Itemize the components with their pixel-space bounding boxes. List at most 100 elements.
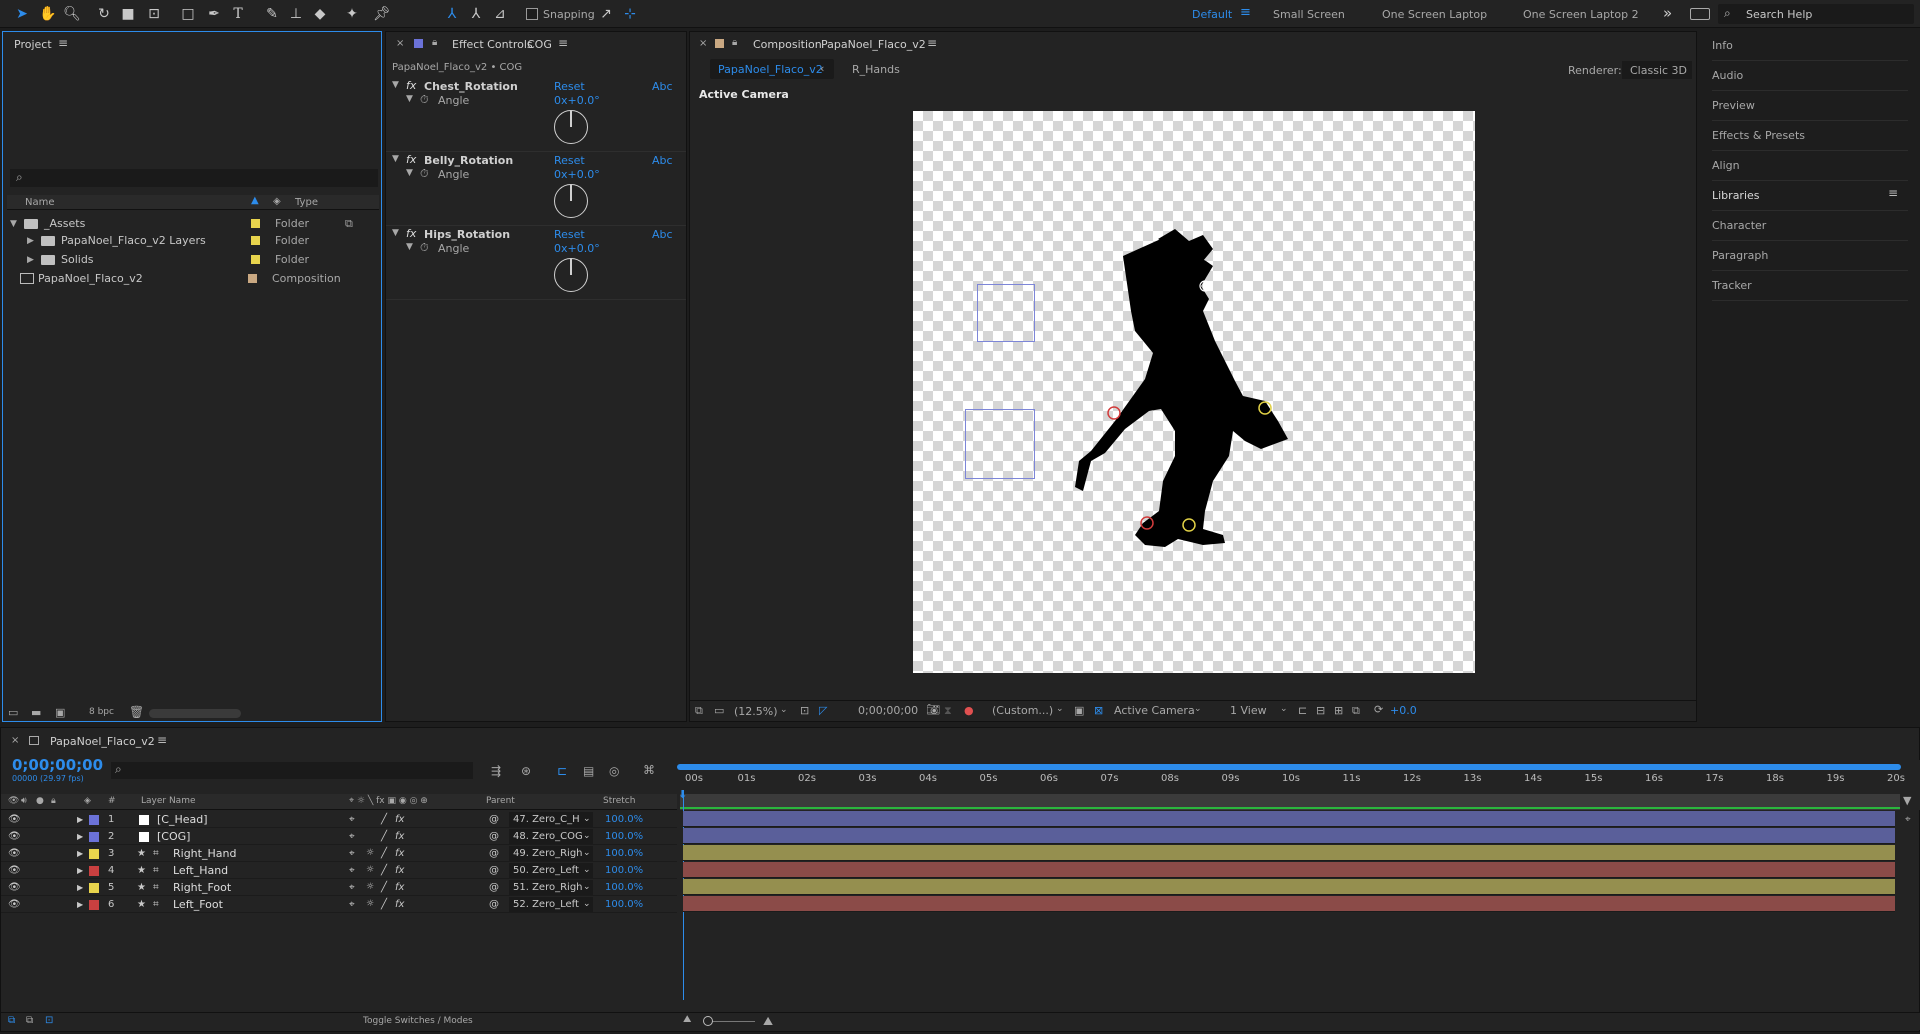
type-tool-icon[interactable]: T: [228, 4, 248, 24]
close-icon[interactable]: ×: [396, 38, 404, 49]
clone-stamp-tool-icon[interactable]: ⊥: [286, 4, 306, 24]
comp-end-marker[interactable]: ▼: [1903, 794, 1911, 807]
always-preview-icon[interactable]: ⧉: [695, 704, 703, 718]
stretch-value[interactable]: 100.0%: [605, 814, 643, 825]
timeline-menu-icon[interactable]: ≡: [157, 733, 167, 747]
close-icon[interactable]: ×: [699, 38, 707, 49]
reset-button[interactable]: Reset: [554, 154, 585, 167]
resolution-dropdown[interactable]: (Custom...): [992, 704, 1053, 717]
zoom-dropdown[interactable]: (12.5%) ⌄: [730, 702, 790, 719]
timeline-icon[interactable]: ⊞: [1334, 704, 1343, 717]
chevron-down-icon[interactable]: ⌄: [1056, 704, 1064, 714]
channel-icon[interactable]: ●: [964, 704, 974, 717]
search-help-field[interactable]: ⌕ Search Help: [1718, 4, 1914, 24]
collapse-icon[interactable]: ☼: [366, 882, 374, 892]
abc-button[interactable]: Abc: [652, 80, 673, 93]
motion-blur-icon[interactable]: ◎: [609, 764, 619, 778]
expand-open-icon[interactable]: ▼: [406, 168, 413, 178]
fx-switch-icon[interactable]: fx: [395, 882, 404, 893]
effects-presets-panel-tab[interactable]: Effects & Presets: [1712, 121, 1908, 151]
label-swatch[interactable]: [89, 815, 99, 825]
align-panel-tab[interactable]: Align: [1712, 151, 1908, 181]
stretch-value[interactable]: 100.0%: [605, 899, 643, 910]
layer-name[interactable]: [C_Head]: [157, 813, 208, 826]
expand-closed-icon[interactable]: ▶: [77, 900, 83, 909]
camera-view-dropdown[interactable]: Active Camera: [1114, 704, 1195, 717]
quality-icon[interactable]: ╱: [381, 814, 387, 825]
exposure-value[interactable]: +0.0: [1390, 704, 1417, 717]
fx-switch-icon[interactable]: fx: [395, 865, 404, 876]
zoom-in-icon[interactable]: ⛰︎: [763, 1014, 773, 1029]
visibility-eye-icon[interactable]: 👁︎: [8, 848, 21, 859]
quality-icon[interactable]: ╱: [381, 865, 387, 876]
hand-tool-icon[interactable]: ✋: [38, 4, 58, 24]
pick-whip-icon[interactable]: @: [489, 882, 499, 893]
info-panel-tab[interactable]: Info: [1712, 31, 1908, 61]
label-column-icon[interactable]: ◈: [273, 196, 281, 207]
layer-name-column-header[interactable]: Layer Name: [141, 796, 196, 806]
label-swatch[interactable]: [248, 274, 257, 283]
transfer-controls-icon[interactable]: ⧉: [26, 1015, 33, 1026]
pen-tool-icon[interactable]: ✒: [204, 4, 224, 24]
roto-brush-tool-icon[interactable]: ✦: [342, 4, 362, 24]
shy-icon[interactable]: ⌖: [349, 899, 355, 910]
pan-behind-tool-icon[interactable]: ⊡: [144, 4, 164, 24]
trash-icon[interactable]: 🗑︎: [129, 705, 144, 719]
effect-controls-menu-icon[interactable]: ≡: [558, 36, 568, 50]
angle-value[interactable]: 0x+0.0°: [554, 242, 600, 255]
angle-value[interactable]: 0x+0.0°: [554, 168, 600, 181]
interpret-footage-icon[interactable]: ▭: [8, 706, 18, 719]
shy-icon[interactable]: ⌖: [349, 848, 355, 859]
hide-shy-layers-icon[interactable]: ⊏: [557, 764, 567, 778]
work-area-bar[interactable]: [677, 764, 1901, 770]
composition-mini-flowchart-icon[interactable]: ⇶: [491, 764, 501, 778]
layer-duration-bar[interactable]: [683, 896, 1895, 912]
visibility-eye-icon[interactable]: 👁︎: [8, 882, 21, 893]
abc-button[interactable]: Abc: [652, 228, 673, 241]
expand-closed-icon[interactable]: ▶: [27, 255, 37, 265]
stretch-value[interactable]: 100.0%: [605, 865, 643, 876]
stopwatch-icon[interactable]: ⏱︎: [420, 167, 429, 181]
stretch-column-header[interactable]: Stretch: [603, 796, 635, 806]
name-column-header[interactable]: Name: [25, 197, 55, 208]
layer-row[interactable]: 👁︎ ▶ 4 ★ ⌗ Left_Hand ⌖ ☼ ╱ fx @50. Zero_Left ⌄ 100.0…: [1, 862, 677, 879]
pick-whip-icon[interactable]: @: [489, 814, 499, 825]
workspace-one-screen-laptop-2[interactable]: One Screen Laptop 2: [1523, 8, 1639, 21]
project-menu-icon[interactable]: ≡: [58, 36, 68, 50]
effect-controls-tab-label[interactable]: Effect Controls: [452, 38, 533, 51]
stopwatch-icon[interactable]: ⏱︎: [420, 93, 429, 107]
label-swatch[interactable]: [89, 832, 99, 842]
layer-duration-bar[interactable]: [683, 845, 1895, 861]
preview-panel-tab[interactable]: Preview: [1712, 91, 1908, 121]
monitor-icon[interactable]: ▭: [714, 704, 724, 717]
quality-icon[interactable]: ╱: [381, 899, 387, 910]
lock-icon[interactable]: 🔒︎: [732, 37, 737, 48]
workspace-one-screen-laptop[interactable]: One Screen Laptop: [1382, 8, 1487, 21]
fx-switch-icon[interactable]: fx: [395, 831, 404, 842]
stretch-value[interactable]: 100.0%: [605, 848, 643, 859]
chevron-down-icon[interactable]: ⌄: [1280, 704, 1288, 714]
audio-panel-tab[interactable]: Audio: [1712, 61, 1908, 91]
reset-button[interactable]: Reset: [554, 80, 585, 93]
quality-icon[interactable]: ╱: [381, 848, 387, 859]
viewer-tab-r-hands[interactable]: R_Hands: [852, 63, 900, 76]
visibility-eye-icon[interactable]: 👁︎: [8, 814, 21, 825]
stopwatch-icon[interactable]: ⏱︎: [420, 241, 429, 255]
chevron-left-icon[interactable]: ‹: [820, 62, 824, 75]
snap-features-icon[interactable]: ⊹: [620, 4, 640, 24]
pick-whip-icon[interactable]: @: [489, 899, 499, 910]
layer-duration-bar[interactable]: [683, 879, 1895, 895]
layer-switches-icon[interactable]: ⧉: [8, 1015, 15, 1026]
visibility-eye-icon[interactable]: 👁︎: [8, 899, 21, 910]
zoom-tool-icon[interactable]: 🔍︎: [62, 4, 82, 24]
layer-name[interactable]: Right_Foot: [173, 881, 231, 894]
flowchart-icon[interactable]: ⧉: [1352, 704, 1360, 718]
label-swatch[interactable]: [251, 255, 260, 264]
layer-name[interactable]: Left_Foot: [173, 898, 223, 911]
type-column-header[interactable]: Type: [295, 197, 318, 208]
zoom-out-icon[interactable]: ⛰︎: [683, 1014, 691, 1025]
new-composition-icon[interactable]: ▣: [55, 706, 65, 719]
label-swatch[interactable]: [89, 866, 99, 876]
comp-button-icon[interactable]: ⌖: [1905, 814, 1911, 825]
layer-row[interactable]: 👁︎ ▶ 3 ★ ⌗ Right_Hand ⌖ ☼ ╱ fx @49. Zero_Righ ⌄ 100.…: [1, 845, 677, 862]
